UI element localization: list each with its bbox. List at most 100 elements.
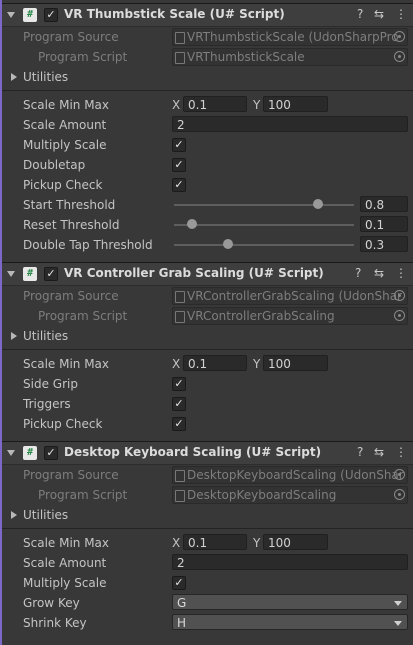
help-icon[interactable]: ?: [355, 266, 361, 280]
pickup-check-label: Pickup Check: [23, 417, 103, 431]
grow-key-dropdown[interactable]: G: [172, 594, 408, 610]
program-source-field[interactable]: VRThumbstickScale (UdonSharpPro: [172, 28, 408, 46]
object-picker-icon[interactable]: [394, 469, 405, 480]
side-grip-label: Side Grip: [23, 377, 78, 391]
asset-icon: [175, 291, 185, 303]
reset-threshold-slider-track[interactable]: [174, 224, 354, 226]
help-icon[interactable]: ?: [357, 445, 363, 459]
pickup-check-checkbox[interactable]: ✓: [172, 417, 186, 431]
x-label: X: [172, 357, 181, 371]
program-script-field[interactable]: DesktopKeyboardScaling: [172, 486, 408, 504]
scale-max-input[interactable]: 100: [263, 534, 328, 550]
help-icon[interactable]: ?: [357, 7, 363, 21]
scale-max-input[interactable]: 100: [263, 96, 328, 112]
component-title: VR Thumbstick Scale (U# Script): [64, 7, 285, 21]
triggers-label: Triggers: [23, 397, 71, 411]
scale-min-input[interactable]: 0.1: [183, 96, 247, 112]
utilities-foldout[interactable]: Utilities: [2, 326, 413, 346]
grow-key-row: Grow Key G: [2, 593, 413, 613]
component-vr-thumbstick-scale: # ✓ VR Thumbstick Scale (U# Script) ? ⇆ …: [2, 3, 413, 263]
pickup-check-checkbox[interactable]: ✓: [172, 178, 186, 192]
start-threshold-input[interactable]: 0.8: [360, 196, 408, 212]
program-script-field[interactable]: VRControllerGrabScaling: [172, 307, 408, 325]
script-icon: #: [23, 8, 37, 22]
multiply-scale-row: Multiply Scale ✓: [2, 135, 413, 155]
divider: [2, 90, 413, 91]
foldout-expanded-icon[interactable]: [7, 450, 15, 456]
start-threshold-row: Start Threshold 0.8: [2, 195, 413, 215]
object-picker-icon[interactable]: [394, 290, 405, 301]
double-tap-threshold-row: Double Tap Threshold 0.3: [2, 235, 413, 255]
object-picker-icon[interactable]: [394, 310, 405, 321]
program-source-field[interactable]: VRControllerGrabScaling (UdonShar: [172, 287, 408, 305]
component-title: VR Controller Grab Scaling (U# Script): [64, 266, 324, 280]
foldout-collapsed-icon[interactable]: [11, 511, 17, 519]
multiply-scale-checkbox[interactable]: ✓: [172, 138, 186, 152]
shrink-key-dropdown[interactable]: H: [172, 614, 408, 630]
script-file-icon: [175, 52, 185, 64]
start-threshold-label: Start Threshold: [23, 198, 116, 212]
grow-key-label: Grow Key: [23, 596, 80, 610]
component-header[interactable]: # ✓ VR Thumbstick Scale (U# Script) ? ⇆ …: [2, 3, 413, 27]
presets-icon[interactable]: ⇆: [374, 266, 384, 280]
shrink-key-value: H: [177, 616, 187, 630]
more-options-icon[interactable]: ⋮: [395, 7, 407, 21]
scale-amount-input[interactable]: 2: [172, 116, 408, 132]
scale-min-max-row: Scale Min Max X 0.1 Y 100: [2, 95, 413, 115]
side-grip-checkbox[interactable]: ✓: [172, 377, 186, 391]
foldout-collapsed-icon[interactable]: [11, 73, 17, 81]
more-options-icon[interactable]: ⋮: [395, 266, 407, 280]
program-source-row: Program Source VRThumbstickScale (UdonSh…: [2, 27, 413, 47]
presets-icon[interactable]: ⇆: [374, 7, 384, 21]
doubletap-checkbox[interactable]: ✓: [172, 158, 186, 172]
program-script-label: Program Script: [38, 50, 128, 64]
scale-min-max-row: Scale Min Max X 0.1 Y 100: [2, 533, 413, 553]
object-picker-icon[interactable]: [394, 489, 405, 500]
more-options-icon[interactable]: ⋮: [395, 445, 407, 459]
scale-amount-label: Scale Amount: [23, 556, 107, 570]
reset-threshold-input[interactable]: 0.1: [360, 216, 408, 232]
asset-icon: [175, 470, 185, 482]
double-tap-threshold-slider-handle[interactable]: [223, 239, 233, 249]
presets-icon[interactable]: ⇆: [374, 445, 384, 459]
object-picker-icon[interactable]: [394, 51, 405, 62]
foldout-expanded-icon[interactable]: [7, 271, 15, 277]
scale-min-input[interactable]: 0.1: [183, 355, 247, 371]
component-enabled-checkbox[interactable]: ✓: [44, 8, 58, 22]
component-header[interactable]: # ✓ VR Controller Grab Scaling (U# Scrip…: [2, 262, 413, 286]
scale-min-max-label: Scale Min Max: [23, 357, 110, 371]
script-file-icon: [175, 490, 185, 502]
multiply-scale-label: Multiply Scale: [23, 138, 107, 152]
component-desktop-keyboard-scaling: # ✓ Desktop Keyboard Scaling (U# Script)…: [2, 441, 413, 645]
utilities-label: Utilities: [23, 329, 69, 343]
reset-threshold-slider-handle[interactable]: [187, 219, 197, 229]
utilities-label: Utilities: [23, 70, 69, 84]
scale-max-input[interactable]: 100: [263, 355, 328, 371]
scale-amount-input[interactable]: 2: [172, 554, 408, 570]
scale-min-max-label: Scale Min Max: [23, 98, 110, 112]
script-file-icon: [175, 311, 185, 323]
program-source-field[interactable]: DesktopKeyboardScaling (UdonShar: [172, 466, 408, 484]
foldout-expanded-icon[interactable]: [7, 12, 15, 18]
component-enabled-checkbox[interactable]: ✓: [44, 446, 58, 460]
x-label: X: [172, 536, 181, 550]
component-header[interactable]: # ✓ Desktop Keyboard Scaling (U# Script)…: [2, 441, 413, 465]
foldout-collapsed-icon[interactable]: [11, 332, 17, 340]
program-source-row: Program Source VRControllerGrabScaling (…: [2, 286, 413, 306]
triggers-checkbox[interactable]: ✓: [172, 397, 186, 411]
object-picker-icon[interactable]: [394, 31, 405, 42]
start-threshold-slider-track[interactable]: [174, 204, 354, 206]
scale-min-max-label: Scale Min Max: [23, 536, 110, 550]
double-tap-threshold-input[interactable]: 0.3: [360, 236, 408, 252]
program-script-value: DesktopKeyboardScaling: [187, 488, 337, 502]
double-tap-threshold-slider-track[interactable]: [174, 244, 354, 246]
program-script-row: Program Script VRThumbstickScale: [2, 47, 413, 67]
component-enabled-checkbox[interactable]: ✓: [44, 267, 58, 281]
utilities-foldout[interactable]: Utilities: [2, 505, 413, 525]
utilities-foldout[interactable]: Utilities: [2, 67, 413, 87]
program-script-value: VRControllerGrabScaling: [187, 309, 335, 323]
multiply-scale-checkbox[interactable]: ✓: [172, 576, 186, 590]
start-threshold-slider-handle[interactable]: [313, 199, 323, 209]
scale-min-input[interactable]: 0.1: [183, 534, 247, 550]
program-script-field[interactable]: VRThumbstickScale: [172, 48, 408, 66]
